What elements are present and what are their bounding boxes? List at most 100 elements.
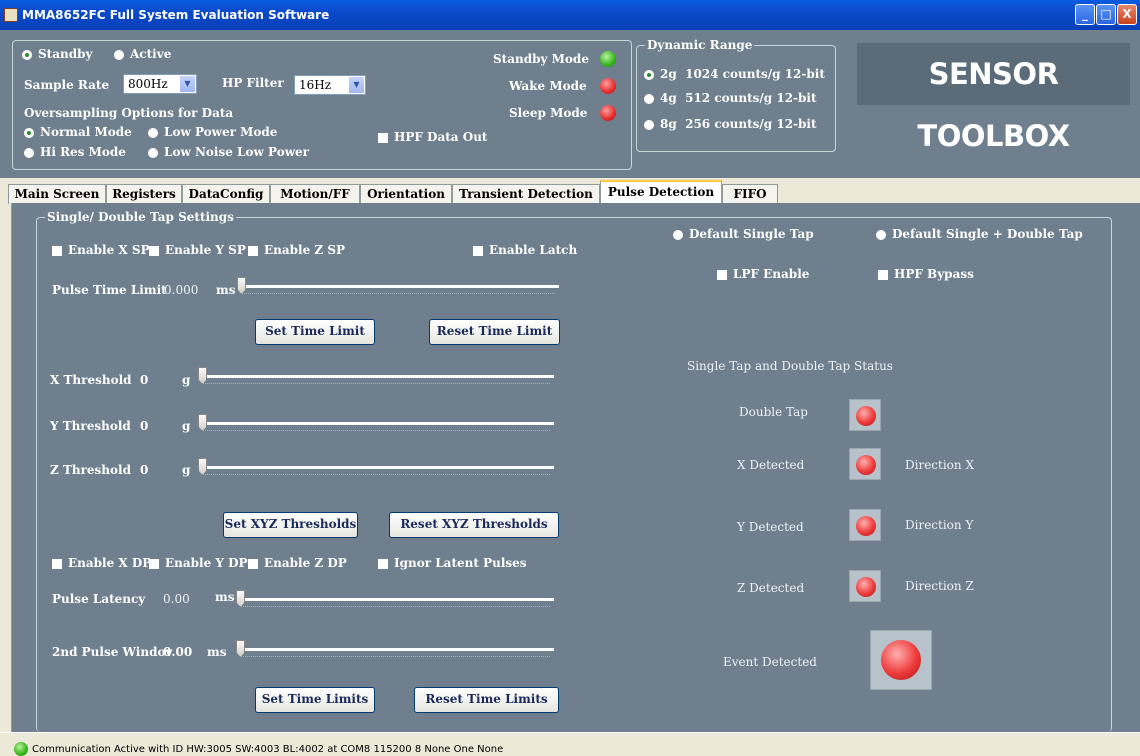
range-8g-radio[interactable]: 8g 256 counts/g 12-bit xyxy=(644,117,817,131)
tab-registers[interactable]: Registers xyxy=(106,184,182,204)
window-title: MMA8652FC Full System Evaluation Softwar… xyxy=(22,8,330,22)
low-noise-low-power-radio[interactable]: Low Noise Low Power xyxy=(148,145,309,159)
x-threshold-slider[interactable] xyxy=(198,366,554,386)
tab-pulse-detection[interactable]: Pulse Detection xyxy=(600,180,722,204)
z-threshold-label: Z Threshold xyxy=(50,463,131,477)
direction-x-label: Direction X xyxy=(905,458,974,472)
set-time-limits-button[interactable]: Set Time Limits xyxy=(255,687,375,713)
y-threshold-label: Y Threshold xyxy=(50,419,131,433)
tab-fifo[interactable]: FIFO xyxy=(722,184,778,204)
status-text: Communication Active with ID HW:3005 SW:… xyxy=(32,744,504,755)
reset-xyz-thresholds-button[interactable]: Reset XYZ Thresholds xyxy=(389,512,559,538)
app-icon xyxy=(4,8,18,22)
lpf-enable-checkbox[interactable]: LPF Enable xyxy=(717,267,809,281)
tap-status-title: Single Tap and Double Tap Status xyxy=(687,359,893,373)
enable-latch-checkbox[interactable]: Enable Latch xyxy=(473,243,577,257)
enable-z-dp-checkbox[interactable]: Enable Z DP xyxy=(248,556,347,570)
dynamic-range-title: Dynamic Range xyxy=(645,38,755,52)
second-pulse-window-unit: ms xyxy=(207,645,227,659)
range-2g-radio[interactable]: 2g 1024 counts/g 12-bit xyxy=(644,67,825,81)
normal-mode-radio[interactable]: Normal Mode xyxy=(24,125,132,139)
y-threshold-slider[interactable] xyxy=(198,413,554,433)
set-xyz-thresholds-button[interactable]: Set XYZ Thresholds xyxy=(223,512,358,538)
x-threshold-label: X Threshold xyxy=(50,373,132,387)
z-threshold-unit: g xyxy=(182,463,191,477)
wake-mode-led xyxy=(600,78,616,94)
tab-transient-detection[interactable]: Transient Detection xyxy=(452,184,600,204)
double-tap-label: Double Tap xyxy=(739,405,808,419)
second-pulse-window-value: 0.00 xyxy=(163,645,193,659)
sample-rate-label: Sample Rate xyxy=(24,78,110,92)
second-pulse-window-slider[interactable] xyxy=(236,639,554,659)
z-detected-led xyxy=(849,570,881,602)
reset-time-limit-button[interactable]: Reset Time Limit xyxy=(429,319,560,345)
standby-mode-label: Standby Mode xyxy=(493,52,589,66)
ignor-latent-pulses-checkbox[interactable]: Ignor Latent Pulses xyxy=(378,556,527,570)
z-threshold-value: 0 xyxy=(140,463,149,477)
second-pulse-window-label: 2nd Pulse Windov xyxy=(52,645,173,659)
y-threshold-unit: g xyxy=(182,419,191,433)
range-4g-radio[interactable]: 4g 512 counts/g 12-bit xyxy=(644,91,817,105)
double-tap-led xyxy=(849,399,881,431)
close-button[interactable]: X xyxy=(1117,4,1137,25)
direction-y-label: Direction Y xyxy=(905,518,974,532)
hp-filter-label: HP Filter xyxy=(222,76,284,90)
default-single-double-tap-radio[interactable]: Default Single + Double Tap xyxy=(876,227,1083,241)
standby-mode-led xyxy=(600,51,616,67)
chevron-down-icon: ▼ xyxy=(349,77,364,93)
title-bar: MMA8652FC Full System Evaluation Softwar… xyxy=(0,0,1140,30)
set-time-limit-button[interactable]: Set Time Limit xyxy=(255,319,375,345)
sample-rate-select[interactable]: 800Hz ▼ xyxy=(123,74,197,94)
x-detected-label: X Detected xyxy=(737,458,805,472)
z-detected-label: Z Detected xyxy=(737,581,805,595)
chevron-down-icon: ▼ xyxy=(180,76,195,92)
y-detected-label: Y Detected xyxy=(737,520,804,534)
reset-time-limits-button[interactable]: Reset Time Limits xyxy=(414,687,559,713)
tab-strip: Main Screen Registers DataConfig Motion/… xyxy=(8,178,1140,204)
enable-z-sp-checkbox[interactable]: Enable Z SP xyxy=(248,243,345,257)
event-detected-label: Event Detected xyxy=(723,655,817,669)
tab-motion-ff[interactable]: Motion/FF xyxy=(270,184,360,204)
low-power-mode-radio[interactable]: Low Power Mode xyxy=(148,125,277,139)
hpf-bypass-checkbox[interactable]: HPF Bypass xyxy=(878,267,974,281)
x-threshold-value: 0 xyxy=(140,373,149,387)
direction-z-label: Direction Z xyxy=(905,579,974,593)
z-threshold-slider[interactable] xyxy=(198,457,554,477)
pulse-time-limit-unit: ms xyxy=(216,283,236,297)
group-title: Single/ Double Tap Settings xyxy=(45,210,236,224)
status-bar: Communication Active with ID HW:3005 SW:… xyxy=(0,732,1140,756)
pulse-latency-slider[interactable] xyxy=(236,589,554,609)
wake-mode-label: Wake Mode xyxy=(509,79,587,93)
pulse-time-limit-value: 0.000 xyxy=(164,283,199,297)
tab-orientation[interactable]: Orientation xyxy=(360,184,452,204)
hi-res-mode-radio[interactable]: Hi Res Mode xyxy=(24,145,126,159)
tab-main-screen[interactable]: Main Screen xyxy=(8,184,106,204)
sleep-mode-label: Sleep Mode xyxy=(509,106,588,120)
default-single-tap-radio[interactable]: Default Single Tap xyxy=(673,227,814,241)
enable-y-dp-checkbox[interactable]: Enable Y DP xyxy=(149,556,248,570)
maximize-button[interactable]: □ xyxy=(1096,4,1116,25)
event-detected-led xyxy=(870,630,932,690)
oversampling-label: Oversampling Options for Data xyxy=(24,106,234,120)
enable-x-dp-checkbox[interactable]: Enable X DP xyxy=(52,556,151,570)
x-threshold-unit: g xyxy=(182,373,191,387)
hp-filter-select[interactable]: 16Hz ▼ xyxy=(294,75,366,95)
standby-radio[interactable]: Standby xyxy=(22,47,92,61)
pulse-time-limit-label: Pulse Time Limit xyxy=(52,283,167,297)
y-detected-led xyxy=(849,509,881,541)
enable-y-sp-checkbox[interactable]: Enable Y SP xyxy=(149,243,246,257)
pulse-latency-value: 0.00 xyxy=(163,592,190,606)
sensor-toolbox-logo: SENSOR TOOLBOX xyxy=(857,43,1130,153)
minimize-button[interactable]: _ xyxy=(1075,4,1095,25)
enable-x-sp-checkbox[interactable]: Enable X SP xyxy=(52,243,150,257)
pulse-latency-unit: ms xyxy=(215,590,235,604)
hpf-data-out-checkbox[interactable]: HPF Data Out xyxy=(378,130,487,144)
x-detected-led xyxy=(849,448,881,480)
tab-dataconfig[interactable]: DataConfig xyxy=(182,184,270,204)
pulse-time-limit-slider[interactable] xyxy=(237,276,559,296)
connection-status-icon xyxy=(14,742,28,756)
y-threshold-value: 0 xyxy=(140,419,149,433)
sleep-mode-led xyxy=(600,105,616,121)
pulse-latency-label: Pulse Latency xyxy=(52,592,146,606)
active-radio[interactable]: Active xyxy=(114,47,171,61)
